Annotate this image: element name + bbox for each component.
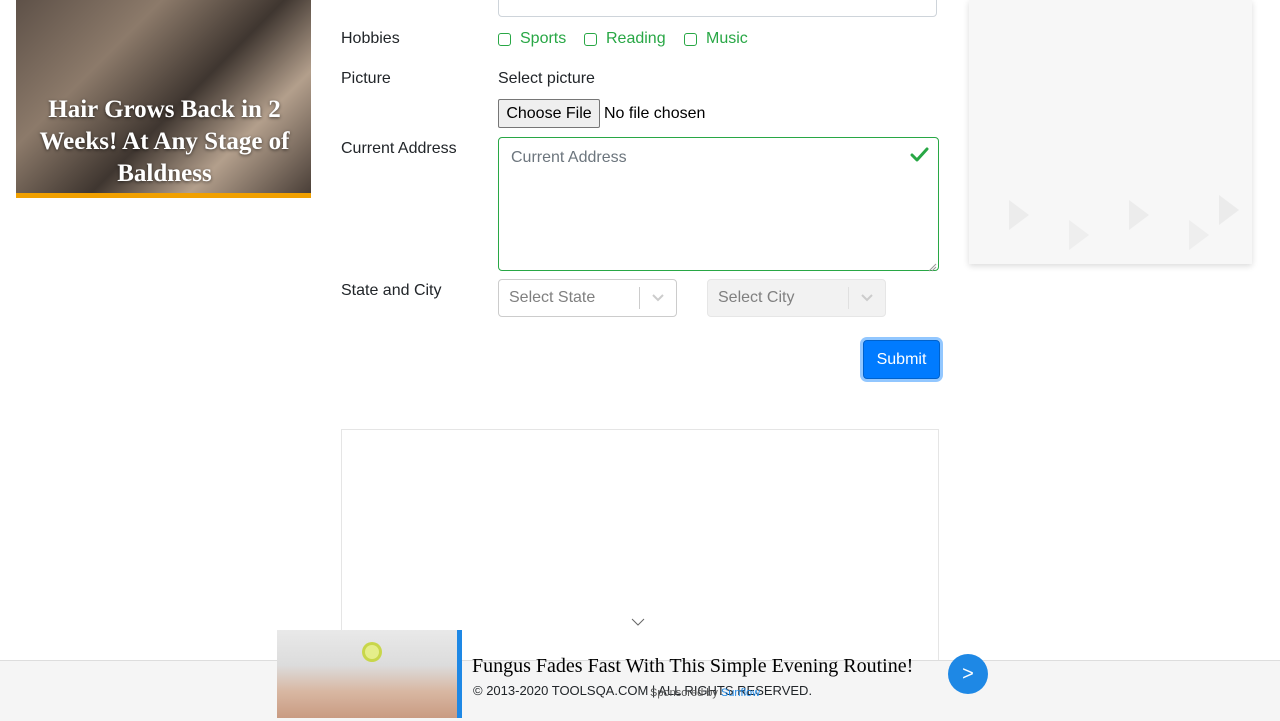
state-select[interactable]: Select State	[498, 279, 677, 317]
select-picture-label: Select picture	[498, 70, 595, 87]
footer-copyright: © 2013-2020 TOOLSQA.COM | ALL RIGHTS RES…	[473, 683, 813, 698]
subjects-input[interactable]	[498, 0, 937, 17]
valid-check-icon	[910, 146, 929, 168]
hobby-sports-checkbox[interactable]: Sports	[498, 30, 566, 48]
sponsor-link[interactable]: Sunflow	[721, 687, 760, 699]
city-select[interactable]: Select City	[707, 279, 886, 317]
current-address-label: Current Address	[341, 140, 457, 157]
choose-file-button[interactable]: Choose File	[498, 99, 600, 128]
file-status-text: No file chosen	[604, 105, 706, 122]
pattern-background	[1009, 195, 1239, 250]
sponsor-prefix: Sponsored by	[650, 687, 721, 699]
hobby-music-checkbox[interactable]: Music	[684, 30, 748, 48]
ad-headline[interactable]: Hair Grows Back in 2 Weeks! At Any Stage…	[16, 94, 313, 190]
checkbox-box-icon[interactable]	[584, 32, 597, 46]
chevron-down-icon[interactable]	[631, 614, 645, 632]
resize-handle-icon[interactable]	[928, 259, 937, 277]
hobby-music-label[interactable]: Music	[706, 30, 748, 48]
bottom-ad-sponsor: Sponsored by Sunflow	[650, 687, 760, 699]
bottom-ad-title[interactable]: Fungus Fades Fast With This Simple Eveni…	[472, 655, 913, 678]
lemon-icon	[362, 642, 382, 662]
hobby-reading-checkbox[interactable]: Reading	[584, 30, 666, 48]
hobbies-label: Hobbies	[341, 30, 400, 47]
next-arrow-button[interactable]: >	[948, 654, 988, 694]
checkbox-box-icon[interactable]	[684, 32, 697, 46]
chevron-down-icon[interactable]	[640, 293, 676, 303]
picture-label: Picture	[341, 70, 391, 87]
submit-button[interactable]: Submit	[863, 340, 940, 379]
chevron-down-icon[interactable]	[849, 293, 885, 303]
state-select-placeholder: Select State	[509, 289, 596, 306]
hobby-reading-label[interactable]: Reading	[606, 30, 666, 48]
city-select-placeholder: Select City	[718, 289, 795, 306]
current-address-textarea[interactable]	[498, 137, 939, 271]
checkbox-box-icon[interactable]	[498, 32, 511, 46]
bottom-ad-image[interactable]	[277, 630, 462, 718]
state-city-label: State and City	[341, 282, 442, 299]
hobby-sports-label[interactable]: Sports	[520, 30, 566, 48]
right-ad-card[interactable]	[969, 0, 1252, 264]
